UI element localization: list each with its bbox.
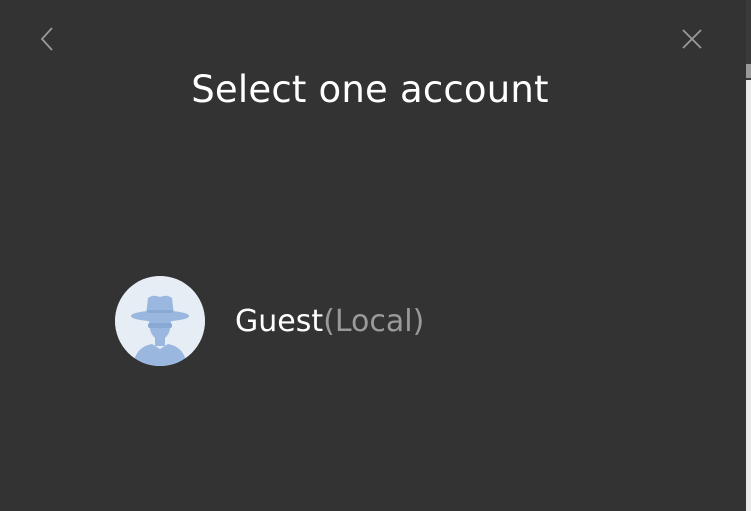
account-picker-dialog: Select one account Guest (Local) <box>0 0 751 511</box>
avatar <box>115 276 205 366</box>
incognito-user-icon <box>115 276 205 366</box>
close-icon <box>682 29 702 49</box>
account-name: Guest <box>235 303 324 339</box>
chevron-left-icon <box>40 27 53 51</box>
account-item-guest[interactable]: Guest (Local) <box>110 270 424 372</box>
account-type: (Local) <box>323 303 425 339</box>
back-button[interactable] <box>30 22 64 56</box>
dialog-title: Select one account <box>191 68 549 111</box>
edge-scrollbar-segment <box>746 64 751 78</box>
close-button[interactable] <box>675 22 709 56</box>
background-window-edge <box>746 0 751 511</box>
